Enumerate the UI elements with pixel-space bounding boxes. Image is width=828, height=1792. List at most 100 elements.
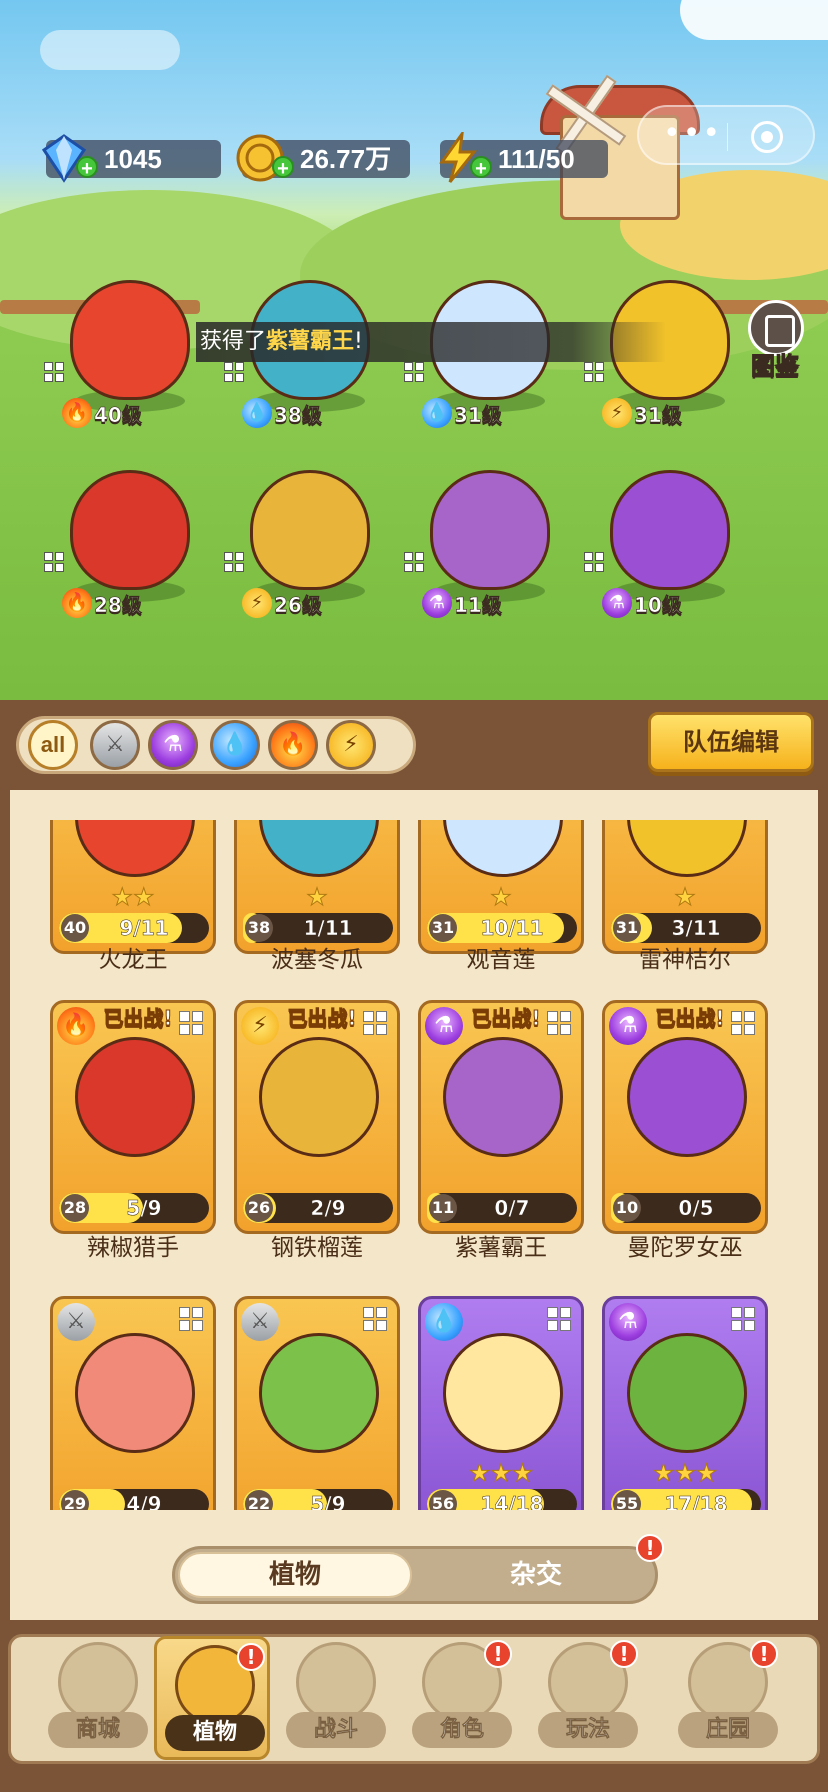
plant-card[interactable]: ⚗ 已出战! 10 0/5 (602, 1000, 768, 1234)
team-edit-button[interactable]: 队伍编辑 (648, 712, 814, 772)
nav-alert-badge: ! (237, 1643, 265, 1671)
nav-item[interactable]: 商城 (40, 1636, 156, 1760)
team-hero[interactable]: ⚗ 11级 (404, 460, 570, 640)
filter-water-icon[interactable]: 💧 (210, 720, 260, 770)
more-icon[interactable]: ••• (663, 119, 722, 149)
progress-bar: 26 2/9 (243, 1193, 393, 1223)
plant-card[interactable]: 🔥 已出战! 28 5/9 (50, 1000, 216, 1234)
team-hero[interactable]: ⚗ 10级 (584, 460, 750, 640)
formation-grid-icon (404, 362, 426, 384)
formation-grid-icon (584, 552, 606, 574)
energy-counter[interactable]: + 111/50 (439, 132, 608, 183)
filter-fire-icon[interactable]: 🔥 (268, 720, 318, 770)
plant-card[interactable]: ⚔ 29 4/9 (50, 1296, 216, 1510)
potion-icon: ⚗ (609, 1303, 647, 1341)
coin-counter[interactable]: + 26.77万 (236, 134, 410, 182)
nav-label: 植物 (165, 1715, 265, 1751)
tab-hybrid[interactable]: 杂交 (419, 1552, 653, 1598)
filter-poison-icon[interactable]: ⚗ (148, 720, 198, 770)
progress-bar: 28 5/9 (59, 1193, 209, 1223)
plant-level: 26 (245, 1194, 273, 1222)
cloud (40, 30, 180, 70)
plant-level: 40 (61, 914, 89, 942)
close-target-icon[interactable] (751, 121, 783, 153)
plant-name: 波塞冬瓜 (271, 947, 363, 973)
hero-level-row: 💧 31级 (422, 398, 562, 434)
hero-portrait (70, 280, 190, 400)
codex-button[interactable]: 图鉴 (740, 300, 810, 381)
nav-item[interactable]: 植物! (154, 1636, 270, 1760)
formation-grid-icon (44, 552, 66, 574)
plant-portrait (259, 1037, 379, 1157)
plant-card[interactable]: ⚡ 已出战! 26 2/9 (234, 1000, 400, 1234)
tab-plants[interactable]: 植物 (178, 1552, 412, 1598)
hero-level-row: 🔥 28级 (62, 588, 202, 624)
plant-card[interactable]: ⚗ 已出战! 11 0/7 (418, 1000, 584, 1234)
team-hero[interactable]: 🔥 28级 (44, 460, 210, 640)
plant-card[interactable]: ⚔ 22 5/9 (234, 1296, 400, 1510)
plant-level: 38 (245, 914, 273, 942)
plant-name: 钢铁榴莲 (271, 1235, 363, 1261)
add-gems-icon[interactable]: + (76, 156, 98, 180)
shard-progress: 10/11 (480, 916, 544, 941)
star-rating: ★★ (111, 883, 155, 912)
progress-bar: 22 5/9 (243, 1489, 393, 1510)
shard-progress: 5/9 (126, 1196, 162, 1221)
shard-progress: 2/9 (310, 1196, 346, 1221)
nav-alert-badge: ! (484, 1640, 512, 1668)
toast-suffix: ! (354, 329, 363, 354)
water-drop-icon: 💧 (422, 398, 452, 428)
star-rating: ★★★ (468, 1459, 534, 1488)
progress-bar: 29 4/9 (59, 1489, 209, 1510)
nav-item[interactable]: 庄园! (670, 1636, 786, 1760)
plant-card[interactable]: ★ 38 1/11 (234, 820, 400, 954)
team-hero[interactable]: 🔥 40级 (44, 270, 210, 450)
plant-level: 10 (613, 1194, 641, 1222)
formation-grid-icon (547, 1307, 573, 1333)
nav-item[interactable]: 玩法! (530, 1636, 646, 1760)
team-hero[interactable]: ⚡ 26级 (224, 460, 390, 640)
deployed-label: 已出战! (103, 1006, 173, 1031)
hero-portrait (430, 470, 550, 590)
nav-label: 商城 (48, 1712, 148, 1748)
plant-level: 31 (429, 914, 457, 942)
star-rating: ★ (674, 883, 697, 912)
gem-count: 1045 (104, 144, 162, 174)
add-energy-icon[interactable]: + (470, 156, 492, 180)
hero-level-row: ⚗ 10级 (602, 588, 742, 624)
plant-card[interactable]: 💧 ★★★ 56 14/18 (418, 1296, 584, 1510)
formation-grid-icon (363, 1307, 389, 1333)
formation-grid-icon (731, 1307, 757, 1333)
hero-level: 28级 (94, 592, 142, 617)
plant-card[interactable]: ★ 31 10/11 (418, 820, 584, 954)
gem-counter[interactable]: + 1045 (41, 134, 221, 183)
formation-grid-icon (44, 362, 66, 384)
progress-bar: 40 9/11 (59, 913, 209, 943)
nav-item[interactable]: 战斗 (278, 1636, 394, 1760)
nav-alert-badge: ! (610, 1640, 638, 1668)
plant-card[interactable]: ★★ 40 9/11 (50, 820, 216, 954)
plant-card[interactable]: ⚗ ★★★ 55 17/18 (602, 1296, 768, 1510)
hero-level: 40级 (94, 402, 142, 427)
plant-portrait (443, 1037, 563, 1157)
plant-portrait (75, 820, 195, 877)
shard-progress: 3/11 (671, 916, 721, 941)
plant-portrait (75, 1037, 195, 1157)
deployed-label: 已出战! (655, 1006, 725, 1031)
nav-alert-badge: ! (750, 1640, 778, 1668)
filter-lightning-icon[interactable]: ⚡ (326, 720, 376, 770)
plant-level: 55 (613, 1490, 641, 1510)
filter-all-button[interactable]: all (28, 720, 78, 770)
progress-bar: 10 0/5 (611, 1193, 761, 1223)
plant-card[interactable]: ★ 31 3/11 (602, 820, 768, 954)
plant-grid[interactable]: ★★ 40 9/11 火龙王 ★ 38 1/11 波塞冬瓜 ★ 31 10/11 观音莲 ★ 31 3/11… (20, 820, 808, 1510)
nav-item[interactable]: 角色! (404, 1636, 520, 1760)
shard-progress: 0/7 (494, 1196, 530, 1221)
filter-sword-icon[interactable]: ⚔ (90, 720, 140, 770)
category-switch: 植物 杂交 (172, 1546, 658, 1604)
hero-level-row: ⚡ 31级 (602, 398, 742, 434)
add-coins-icon[interactable]: + (272, 156, 294, 180)
nav-label: 角色 (412, 1712, 512, 1748)
hero-level: 31级 (454, 402, 502, 427)
cloud (680, 0, 828, 40)
